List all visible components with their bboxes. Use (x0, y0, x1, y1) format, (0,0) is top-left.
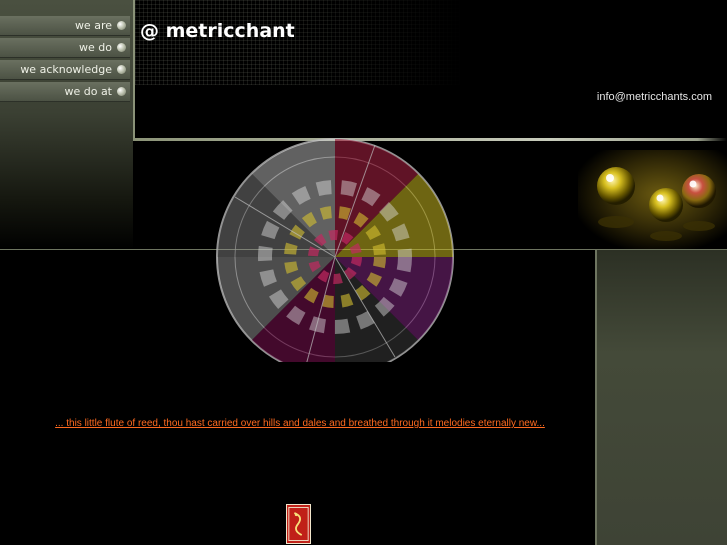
radial-artwork (216, 138, 454, 362)
tagline-link[interactable]: ... this little flute of reed, thou hast… (0, 418, 600, 429)
marbles-image (578, 150, 727, 249)
badge-logo[interactable] (286, 504, 311, 544)
nav-item-label: we do (79, 41, 112, 54)
nav-item-we-acknowledge[interactable]: we acknowledge (0, 60, 130, 80)
header-grid-texture (135, 0, 465, 85)
marble-shape (649, 188, 683, 222)
bullet-icon (117, 21, 126, 30)
site-title: @ metricchant (140, 20, 295, 42)
nav-item-we-are[interactable]: we are (0, 16, 130, 36)
bullet-icon (117, 65, 126, 74)
nav-item-label: we do at (64, 85, 112, 98)
nav-item-we-do-at[interactable]: we do at (0, 82, 130, 102)
bullet-icon (117, 43, 126, 52)
marble-shape (682, 174, 716, 208)
email-link[interactable]: info@metricchants.com (597, 91, 712, 103)
right-panel (597, 250, 727, 545)
marble-shape (597, 167, 635, 205)
bullet-icon (117, 87, 126, 96)
nav-item-we-do[interactable]: we do (0, 38, 130, 58)
main-nav: we are we do we acknowledge we do at (0, 16, 130, 104)
nav-item-label: we are (74, 19, 112, 32)
nav-item-label: we acknowledge (20, 63, 112, 76)
